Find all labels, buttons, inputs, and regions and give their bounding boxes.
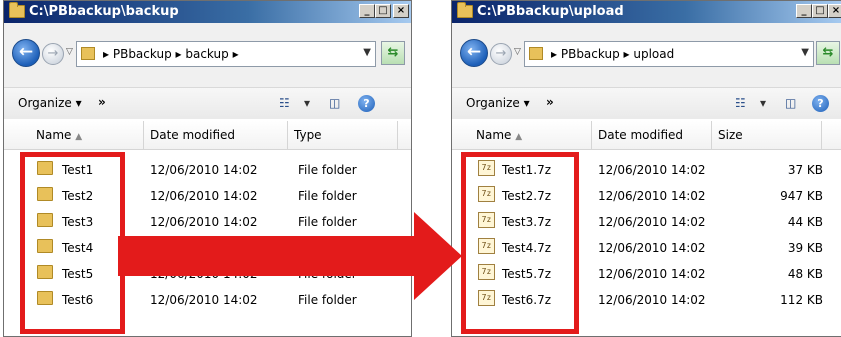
preview-pane-icon[interactable]: ◫ xyxy=(785,96,796,110)
minimize-button[interactable]: _ xyxy=(359,4,375,18)
help-icon[interactable]: ? xyxy=(358,95,375,112)
breadcrumb-separator-icon: ▸ xyxy=(623,47,634,61)
organize-menu[interactable]: Organize ▾ xyxy=(18,96,82,110)
organize-label: Organize xyxy=(466,96,520,110)
address-dropdown-icon[interactable]: ▼ xyxy=(801,47,809,58)
breadcrumb-separator-icon: ▸ xyxy=(551,47,561,61)
views-dropdown-icon[interactable]: ▾ xyxy=(760,96,766,110)
forward-arrow-icon[interactable]: → xyxy=(42,43,64,65)
back-arrow-icon[interactable]: ← xyxy=(460,39,488,67)
breadcrumb-item[interactable]: backup xyxy=(185,47,228,61)
breadcrumb-item[interactable]: upload xyxy=(633,47,674,61)
file-size: 39 KB xyxy=(787,241,823,255)
views-icon[interactable]: ☷ xyxy=(279,96,290,110)
column-header-row: Name ▲ Date modified Type xyxy=(4,121,411,150)
history-dropdown-icon[interactable]: ▽ xyxy=(514,47,522,57)
column-header-date-modified[interactable]: Date modified xyxy=(144,121,288,149)
date-modified: 12/06/2010 14:02 xyxy=(150,189,258,203)
window-title: C:\PBbackup\upload xyxy=(477,4,624,19)
sort-ascending-icon: ▲ xyxy=(75,132,83,142)
file-size: 44 KB xyxy=(787,215,823,229)
title-bar[interactable]: C:\PBbackup\upload _ □ × xyxy=(452,1,841,23)
command-bar: Organize ▾ » ☷ ▾ ◫ ? xyxy=(4,87,411,121)
forward-arrow-icon[interactable]: → xyxy=(490,43,512,65)
minimize-button[interactable]: _ xyxy=(796,4,812,18)
highlight-box-folders xyxy=(20,152,125,334)
views-dropdown-icon[interactable]: ▾ xyxy=(304,96,310,110)
date-modified: 12/06/2010 14:02 xyxy=(150,163,258,177)
red-arrow-icon xyxy=(118,212,462,300)
close-button[interactable]: × xyxy=(828,4,841,18)
file-size: 37 KB xyxy=(787,163,823,177)
file-type: File folder xyxy=(298,163,357,177)
history-dropdown-icon[interactable]: ▽ xyxy=(66,47,74,57)
breadcrumb-item[interactable]: PBbackup xyxy=(561,47,620,61)
breadcrumb-separator-icon: ▸ xyxy=(103,47,113,61)
address-bar[interactable]: ▸ PBbackup ▸ backup ▸ ▼ xyxy=(76,41,376,67)
maximize-button[interactable]: □ xyxy=(812,4,828,18)
command-bar: Organize ▾ » ☷ ▾ ◫ ? xyxy=(452,87,841,121)
breadcrumb: ▸ PBbackup ▸ upload xyxy=(551,47,674,61)
arrow-shape xyxy=(118,212,462,300)
organize-label: Organize xyxy=(18,96,72,110)
column-header-date-modified[interactable]: Date modified xyxy=(592,121,712,149)
column-header-row: Name ▲ Date modified Size xyxy=(452,121,841,150)
date-modified: 12/06/2010 14:02 xyxy=(598,163,706,177)
folder-icon xyxy=(81,47,95,60)
date-modified: 12/06/2010 14:02 xyxy=(598,267,706,281)
date-modified: 12/06/2010 14:02 xyxy=(598,189,706,203)
more-commands-button[interactable]: » xyxy=(98,95,106,109)
address-bar[interactable]: ▸ PBbackup ▸ upload ▼ xyxy=(524,41,814,67)
more-commands-button[interactable]: » xyxy=(546,95,554,109)
title-bar[interactable]: C:\PBbackup\backup _ □ × xyxy=(4,1,411,23)
file-size: 947 KB xyxy=(780,189,823,203)
file-type: File folder xyxy=(298,189,357,203)
column-header-type[interactable]: Type xyxy=(288,121,398,149)
address-dropdown-icon[interactable]: ▼ xyxy=(363,47,371,58)
date-modified: 12/06/2010 14:02 xyxy=(598,215,706,229)
file-size: 112 KB xyxy=(780,293,823,307)
breadcrumb-separator-icon: ▸ xyxy=(232,47,239,61)
breadcrumb-item[interactable]: PBbackup xyxy=(113,47,172,61)
views-icon[interactable]: ☷ xyxy=(735,96,746,110)
address-row: ← → ▽ ▸ PBbackup ▸ upload ▼ ⇆ xyxy=(452,35,841,75)
breadcrumb-separator-icon: ▸ xyxy=(175,47,186,61)
organize-menu[interactable]: Organize ▾ xyxy=(466,96,530,110)
refresh-icon[interactable]: ⇆ xyxy=(381,41,405,65)
date-modified: 12/06/2010 14:02 xyxy=(598,241,706,255)
column-header-size[interactable]: Size xyxy=(712,121,822,149)
address-row: ← → ▽ ▸ PBbackup ▸ backup ▸ ▼ ⇆ xyxy=(4,35,411,75)
column-header-name[interactable]: Name ▲ xyxy=(470,121,592,149)
breadcrumb: ▸ PBbackup ▸ backup ▸ xyxy=(103,47,239,61)
refresh-icon[interactable]: ⇆ xyxy=(816,41,840,65)
close-button[interactable]: × xyxy=(393,4,409,18)
column-header-name[interactable]: Name ▲ xyxy=(30,121,144,149)
file-size: 48 KB xyxy=(787,267,823,281)
folder-icon xyxy=(529,47,543,60)
window-title: C:\PBbackup\backup xyxy=(29,4,179,19)
date-modified: 12/06/2010 14:02 xyxy=(598,293,706,307)
folder-icon xyxy=(457,2,473,18)
back-arrow-icon[interactable]: ← xyxy=(12,39,40,67)
sort-ascending-icon: ▲ xyxy=(515,132,523,142)
highlight-box-archives xyxy=(461,152,579,334)
maximize-button[interactable]: □ xyxy=(375,4,391,18)
folder-icon xyxy=(9,2,25,18)
help-icon[interactable]: ? xyxy=(812,95,829,112)
preview-pane-icon[interactable]: ◫ xyxy=(329,96,340,110)
